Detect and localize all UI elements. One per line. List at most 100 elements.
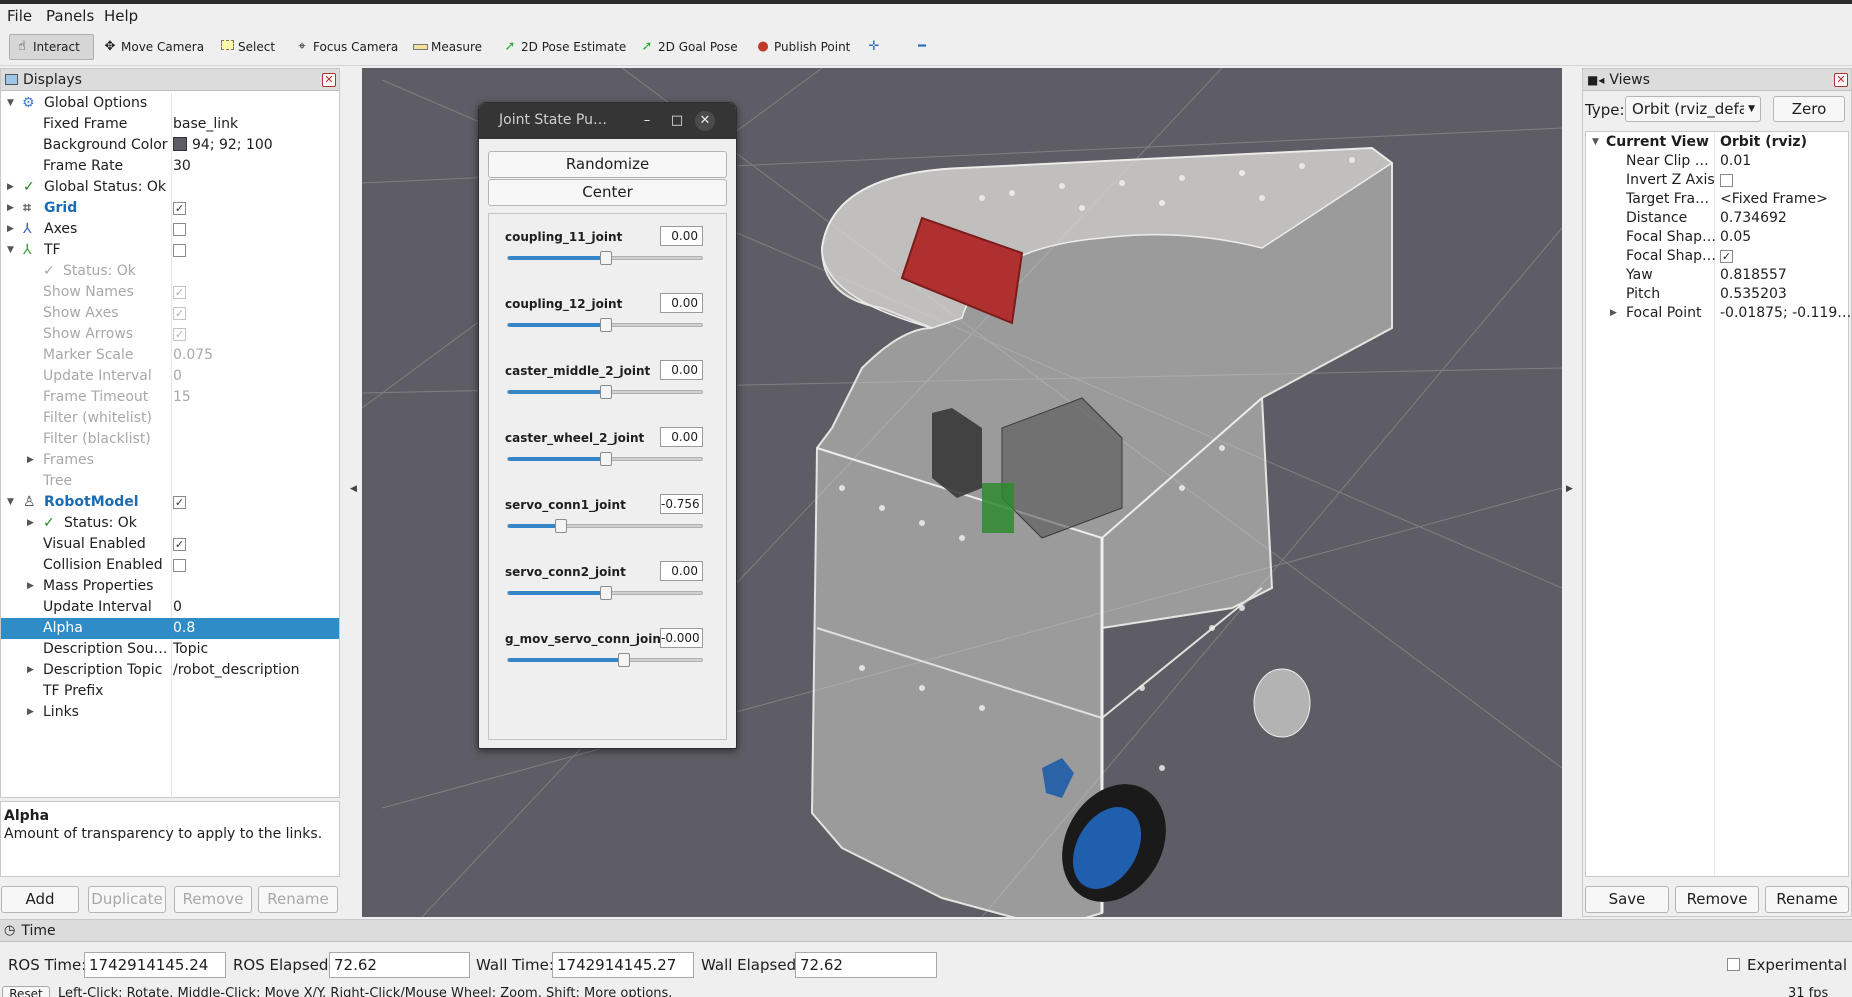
chevron-right-icon[interactable]: ▶ <box>7 219 14 240</box>
chevron-down-icon[interactable]: ▼ <box>1592 133 1599 152</box>
tree-row-show-axes[interactable]: Show Axes ✓ <box>1 303 339 324</box>
view-prop-value[interactable]: 0.734692 <box>1720 209 1787 228</box>
slider-handle[interactable] <box>600 318 612 332</box>
chevron-right-icon[interactable]: ▶ <box>27 660 34 681</box>
chevron-down-icon[interactable]: ▼ <box>7 240 14 261</box>
tree-row-tf-prefix[interactable]: TF Prefix <box>1 681 339 702</box>
current-view-row[interactable]: ▼ Current View Orbit (rviz) <box>1586 133 1848 152</box>
tree-row-robot-model[interactable]: ▼ ♙ RobotModel ✓ <box>1 492 339 513</box>
robot-model-checkbox[interactable]: ✓ <box>173 496 186 509</box>
joint-value-field[interactable]: 0.00 <box>660 561 703 581</box>
view-row-distance[interactable]: Distance 0.734692 <box>1586 209 1848 228</box>
tree-row-frame-rate[interactable]: Frame Rate 30 <box>1 156 339 177</box>
wall-elapsed-field[interactable]: 72.62 <box>795 952 937 978</box>
slider-handle[interactable] <box>600 251 612 265</box>
tree-row-links[interactable]: ▶ Links <box>1 702 339 723</box>
tree-value[interactable]: 15 <box>173 387 191 408</box>
tree-value[interactable]: 0 <box>173 366 182 387</box>
tree-row-show-names[interactable]: Show Names ✓ <box>1 282 339 303</box>
tree-row-filter-whitelist[interactable]: Filter (whitelist) <box>1 408 339 429</box>
reset-button[interactable]: Reset <box>2 986 50 997</box>
randomize-button[interactable]: Randomize <box>488 151 727 178</box>
tree-row-update-interval[interactable]: Update Interval 0 <box>1 366 339 387</box>
pose-estimate-tool[interactable]: ➚ 2D Pose Estimate <box>498 34 630 60</box>
joint-value-field[interactable]: -0.000 <box>660 628 703 648</box>
view-row-focal-shape-fixed[interactable]: Focal Shap… ✓ <box>1586 247 1848 266</box>
view-row-focal-shape-size[interactable]: Focal Shap… 0.05 <box>1586 228 1848 247</box>
tree-row-description-source[interactable]: Description Sou… Topic <box>1 639 339 660</box>
tree-row-alpha[interactable]: Alpha 0.8 <box>1 618 339 639</box>
tree-value[interactable]: 0.075 <box>173 345 213 366</box>
show-arrows-checkbox[interactable]: ✓ <box>173 328 186 341</box>
view-row-target-frame[interactable]: Target Fra… <Fixed Frame> <box>1586 190 1848 209</box>
view-prop-value[interactable]: <Fixed Frame> <box>1720 190 1828 209</box>
tree-row-collision-enabled[interactable]: Collision Enabled <box>1 555 339 576</box>
zero-button[interactable]: Zero <box>1773 96 1845 122</box>
view-prop-value[interactable]: 0.01 <box>1720 152 1751 171</box>
invert-z-checkbox[interactable] <box>1720 174 1733 187</box>
tree-row-global-options[interactable]: ▼ ⚙ Global Options <box>1 93 339 114</box>
tree-row-update-interval[interactable]: Update Interval 0 <box>1 597 339 618</box>
tree-row-frames[interactable]: ▶ Frames <box>1 450 339 471</box>
rename-view-button[interactable]: Rename <box>1765 886 1849 913</box>
publish-point-tool[interactable]: ● Publish Point <box>751 34 854 60</box>
tree-value[interactable]: 30 <box>173 156 191 177</box>
menu-help[interactable]: Help <box>104 7 138 25</box>
tree-row-fixed-frame[interactable]: Fixed Frame base_link <box>1 114 339 135</box>
tree-row-mass-properties[interactable]: ▶ Mass Properties <box>1 576 339 597</box>
dialog-titlebar[interactable]: Joint State Pu… – □ ✕ <box>479 103 736 139</box>
wall-time-field[interactable]: 1742914145.27 <box>552 952 694 978</box>
duplicate-button[interactable]: Duplicate <box>88 886 166 913</box>
tree-row-frame-timeout[interactable]: Frame Timeout 15 <box>1 387 339 408</box>
tree-row-marker-scale[interactable]: Marker Scale 0.075 <box>1 345 339 366</box>
save-view-button[interactable]: Save <box>1585 886 1669 913</box>
view-row-pitch[interactable]: Pitch 0.535203 <box>1586 285 1848 304</box>
splitter-right-arrow-icon[interactable]: ▶ <box>1566 484 1573 494</box>
chevron-right-icon[interactable]: ▶ <box>27 576 34 597</box>
view-row-focal-point[interactable]: ▶ Focal Point -0.01875; -0.119… <box>1586 304 1851 323</box>
chevron-down-icon[interactable]: ▼ <box>7 492 14 513</box>
tf-checkbox[interactable] <box>173 244 186 257</box>
collision-enabled-checkbox[interactable] <box>173 559 186 572</box>
joint-slider[interactable] <box>507 586 703 600</box>
ros-elapsed-field[interactable]: 72.62 <box>329 952 470 978</box>
slider-handle[interactable] <box>600 385 612 399</box>
joint-slider[interactable] <box>507 519 703 533</box>
chevron-right-icon[interactable]: ▶ <box>1610 304 1617 323</box>
show-axes-checkbox[interactable]: ✓ <box>173 307 186 320</box>
slider-handle[interactable] <box>555 519 567 533</box>
slider-handle[interactable] <box>600 452 612 466</box>
chevron-right-icon[interactable]: ▶ <box>27 513 34 534</box>
maximize-icon[interactable]: □ <box>667 111 687 131</box>
joint-value-field[interactable]: -0.756 <box>660 494 703 514</box>
joint-slider[interactable] <box>507 452 703 466</box>
move-camera-tool[interactable]: ✥ Move Camera <box>98 34 208 60</box>
slider-handle[interactable] <box>618 653 630 667</box>
tree-row-description-topic[interactable]: ▶ Description Topic /robot_description <box>1 660 339 681</box>
tree-row-filter-blacklist[interactable]: Filter (blacklist) <box>1 429 339 450</box>
view-row-near-clip[interactable]: Near Clip … 0.01 <box>1586 152 1848 171</box>
tree-row-tf-status[interactable]: ✓ Status: Ok <box>1 261 339 282</box>
view-row-yaw[interactable]: Yaw 0.818557 <box>1586 266 1848 285</box>
tree-row-tf[interactable]: ▼ ⅄ TF <box>1 240 339 261</box>
tree-row-axes[interactable]: ▶ ⅄ Axes <box>1 219 339 240</box>
focal-shape-checkbox[interactable]: ✓ <box>1720 250 1733 263</box>
tree-row-show-arrows[interactable]: Show Arrows ✓ <box>1 324 339 345</box>
add-button[interactable]: Add <box>1 886 79 913</box>
joint-value-field[interactable]: 0.00 <box>660 360 703 380</box>
tree-row-tree[interactable]: Tree <box>1 471 339 492</box>
joint-value-field[interactable]: 0.00 <box>660 293 703 313</box>
measure-tool[interactable]: Measure <box>408 34 486 60</box>
tree-value[interactable]: Topic <box>173 639 208 660</box>
joint-slider[interactable] <box>507 385 703 399</box>
axes-checkbox[interactable] <box>173 223 186 236</box>
chevron-down-icon[interactable]: ▼ <box>7 93 14 114</box>
joint-slider[interactable] <box>507 318 703 332</box>
visual-enabled-checkbox[interactable]: ✓ <box>173 538 186 551</box>
show-names-checkbox[interactable]: ✓ <box>173 286 186 299</box>
tree-value[interactable]: base_link <box>173 114 238 135</box>
joint-slider[interactable] <box>507 653 703 667</box>
interact-tool[interactable]: ☝ Interact <box>9 34 94 60</box>
tree-value[interactable]: /robot_description <box>173 660 300 681</box>
rename-button[interactable]: Rename <box>258 886 338 913</box>
